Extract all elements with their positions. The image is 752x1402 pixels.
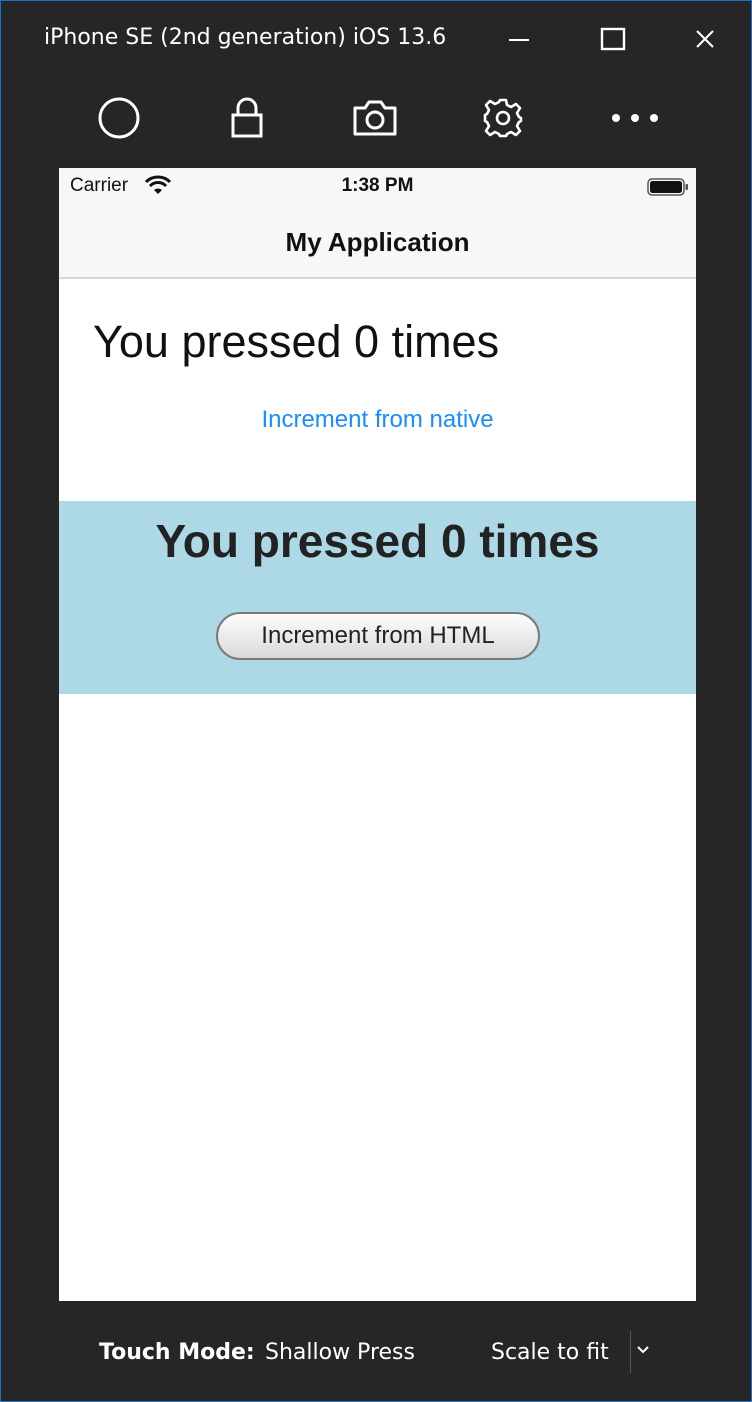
increment-html-button[interactable]: Increment from HTML [216,612,540,660]
webview-section: You pressed 0 times Increment from HTML [59,501,696,694]
device-screen[interactable]: Carrier 1:38 PM My Application You press… [59,168,696,1301]
close-button[interactable] [685,21,725,57]
status-time: 1:38 PM [341,175,414,196]
home-icon [98,97,140,139]
scale-selector[interactable]: Scale to fit [491,1338,609,1368]
camera-icon [353,100,397,136]
lock-icon [231,97,263,138]
settings-button[interactable] [478,93,528,143]
gear-icon [483,98,523,138]
status-bar: Carrier 1:38 PM [59,168,696,208]
increment-native-button[interactable]: Increment from native [59,404,696,436]
more-icon [612,114,658,122]
native-counter-label: You pressed 0 times [93,316,500,367]
close-icon [696,30,714,48]
scale-divider [630,1331,631,1373]
lock-button[interactable] [222,93,272,143]
html-counter-label: You pressed 0 times [155,515,600,567]
nav-title: My Application [285,227,470,257]
window-title: iPhone SE (2nd generation) iOS 13.6 [44,25,447,50]
maximize-icon [600,27,626,51]
battery-icon [647,178,688,196]
more-button[interactable] [610,93,660,143]
touch-mode-selector[interactable]: Shallow Press [265,1338,415,1368]
home-button[interactable] [94,93,144,143]
minimize-icon [509,39,529,41]
chevron-down-icon [637,1346,649,1354]
screenshot-button[interactable] [350,93,400,143]
maximize-button[interactable] [593,21,633,57]
scale-dropdown-button[interactable] [634,1339,652,1361]
simulator-window: iPhone SE (2nd generation) iOS 13.6 Carr… [0,0,752,1402]
navigation-bar: My Application [59,208,696,279]
minimize-button[interactable] [499,21,539,57]
touch-mode-label: Touch Mode: [99,1340,255,1365]
